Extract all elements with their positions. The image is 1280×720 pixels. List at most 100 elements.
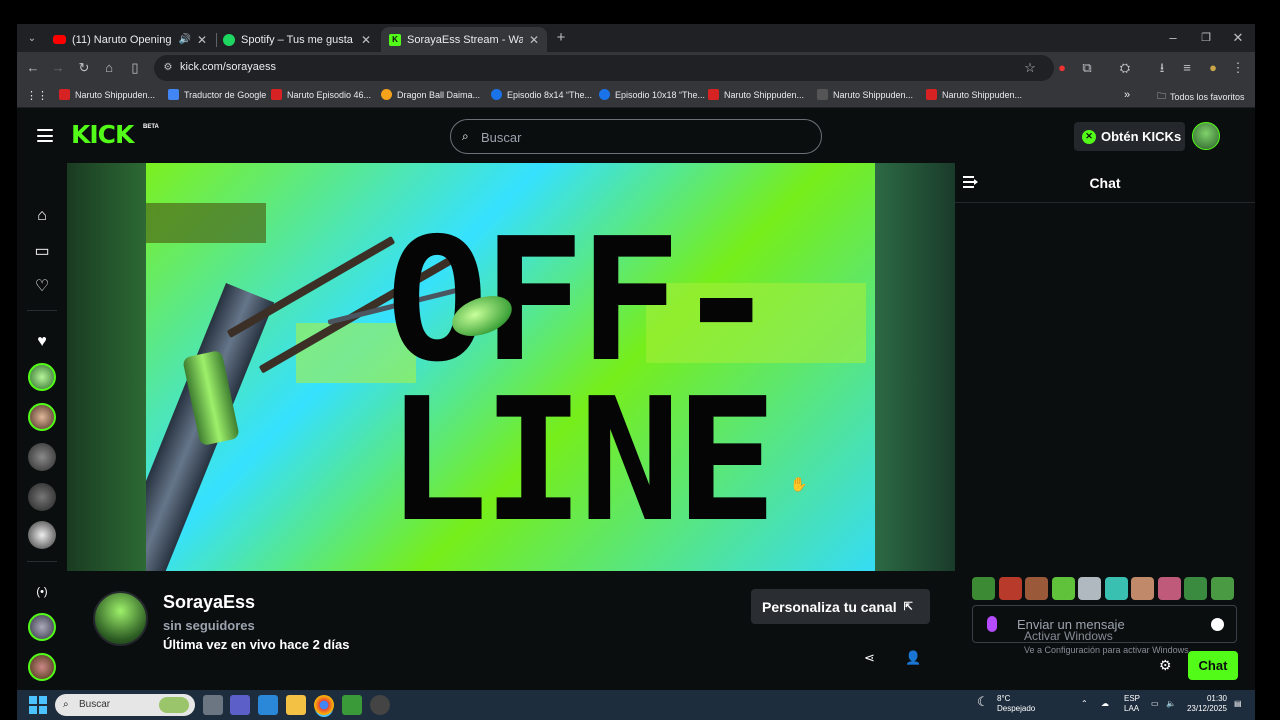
emoji-picker-icon[interactable]	[1211, 618, 1224, 631]
folder-icon: 🗀	[1157, 91, 1167, 101]
microphone-icon[interactable]	[987, 616, 997, 632]
followed-channel-avatar[interactable]	[28, 483, 56, 511]
extension-red-icon[interactable]: ●	[1054, 60, 1070, 76]
followed-channel-avatar[interactable]	[28, 403, 56, 431]
recommended-channel-avatar[interactable]	[28, 653, 56, 681]
new-tab-icon[interactable]: +	[553, 30, 569, 46]
emote[interactable]	[1078, 577, 1101, 600]
bookmark-item[interactable]: Naruto Shippuden...	[817, 89, 913, 100]
emote[interactable]	[1051, 577, 1075, 600]
weather-widget[interactable]: 8°C Despejado	[997, 694, 1035, 714]
forward-icon[interactable]: →	[50, 60, 66, 76]
left-sidebar: ⌂ ▭ ♡ ♥ (•)	[17, 163, 67, 690]
more-bookmarks-icon[interactable]: »	[1124, 89, 1130, 101]
home-icon[interactable]: ⌂	[101, 60, 117, 76]
tab-kick-active[interactable]: K SorayaEss Stream - Watch Live ✕	[381, 27, 547, 52]
speaker-icon[interactable]: 🔊	[178, 34, 190, 45]
profile-avatar-icon[interactable]: ●	[1205, 60, 1221, 76]
chrome-icon[interactable]	[314, 695, 334, 715]
emote[interactable]	[1025, 577, 1048, 600]
send-chat-button[interactable]: Chat	[1188, 651, 1238, 680]
home-icon[interactable]: ⌂	[33, 207, 51, 225]
app-icon[interactable]	[370, 695, 390, 715]
offline-banner: OFF- LINE ✋	[146, 163, 875, 571]
wifi-icon[interactable]: ▭	[1151, 699, 1159, 709]
user-avatar[interactable]	[1192, 122, 1220, 150]
network-cloud-icon[interactable]: ☁	[1101, 699, 1109, 709]
browse-icon[interactable]: ▭	[33, 243, 51, 261]
add-follow-icon[interactable]: 👤	[905, 650, 921, 666]
close-tab-icon[interactable]: ✕	[361, 33, 371, 47]
channel-name[interactable]: SorayaEss	[163, 592, 255, 613]
site-info-icon[interactable]: ⚙	[160, 60, 176, 76]
get-kicks-button[interactable]: ✕ Obtén KICKs	[1074, 122, 1185, 151]
restore-icon[interactable]: ❐	[1198, 30, 1214, 46]
video-player[interactable]: OFF- LINE ✋	[67, 163, 955, 571]
task-view-icon[interactable]	[203, 695, 223, 715]
bookmark-item[interactable]: Naruto Shippuden...	[708, 89, 804, 100]
search-highlight-icon	[159, 697, 189, 713]
bookmark-item[interactable]: Episodio 8x14 “The...	[491, 89, 592, 100]
tab-search-icon[interactable]: ⌄	[24, 31, 40, 47]
emote-bar	[972, 577, 1254, 601]
following-heart-outline-icon[interactable]: ♡	[33, 278, 51, 296]
store-icon[interactable]	[258, 695, 278, 715]
minimize-icon[interactable]: –	[1165, 30, 1181, 46]
profile-lab-icon[interactable]: ⛭	[1117, 60, 1133, 76]
hamburger-menu-icon[interactable]	[37, 129, 53, 142]
minecraft-icon[interactable]	[342, 695, 362, 715]
bookmark-item[interactable]: Episodio 10x18 “The...	[599, 89, 705, 100]
volume-icon[interactable]: 🔈	[1166, 699, 1176, 709]
side-panel-icon[interactable]: ▯	[127, 60, 143, 76]
teams-icon[interactable]	[230, 695, 250, 715]
extensions-icon[interactable]: ⧉	[1079, 60, 1095, 76]
clock[interactable]: 01:30 23/12/2025	[1183, 694, 1227, 714]
tab-youtube[interactable]: (11) Naruto Opening 1 | Ra 🔊 ✕	[45, 27, 215, 52]
menu-icon[interactable]: ⋮	[1230, 60, 1246, 76]
reload-icon[interactable]: ↻	[76, 60, 92, 76]
bookmark-favicon-icon	[599, 89, 610, 100]
tab-bar: ⌄ (11) Naruto Opening 1 | Ra 🔊 ✕ Spotify…	[17, 24, 1255, 52]
emote[interactable]	[1210, 577, 1234, 600]
recommended-channel-avatar[interactable]	[28, 613, 56, 641]
reading-list-icon[interactable]: ≡	[1179, 60, 1195, 76]
apps-icon[interactable]: ⋮⋮	[26, 89, 48, 102]
close-tab-icon[interactable]: ✕	[529, 33, 539, 47]
chat-settings-gear-icon[interactable]: ⚙	[1159, 657, 1172, 674]
bookmark-item[interactable]: Naruto Shippuden...	[926, 89, 1022, 100]
bookmark-item[interactable]: Naruto Shippuden...	[59, 89, 155, 100]
followed-channel-avatar[interactable]	[28, 521, 56, 549]
back-icon[interactable]: ←	[25, 60, 41, 76]
all-bookmarks-button[interactable]: 🗀 Todos los favoritos	[1157, 89, 1245, 105]
bookmark-star-icon[interactable]: ☆	[1022, 60, 1038, 76]
youtube-icon	[53, 35, 66, 44]
emote[interactable]	[972, 577, 995, 600]
address-bar[interactable]: ⚙ kick.com/sorayaess ☆	[154, 55, 1054, 81]
emote[interactable]	[1131, 577, 1154, 600]
emote[interactable]	[1157, 577, 1181, 600]
emote[interactable]	[1184, 577, 1207, 600]
close-window-icon[interactable]: ✕	[1230, 30, 1246, 46]
share-icon[interactable]: ⋖	[864, 650, 875, 666]
emote[interactable]	[1104, 577, 1128, 600]
bookmark-item[interactable]: Naruto Episodio 46...	[271, 89, 371, 100]
search-input[interactable]: ⌕ Buscar	[450, 119, 822, 154]
customize-channel-button[interactable]: Personaliza tu canal ⇱	[751, 589, 930, 624]
close-tab-icon[interactable]: ✕	[197, 33, 207, 47]
tab-spotify[interactable]: Spotify – Tus me gusta ✕	[215, 27, 379, 52]
followed-channel-avatar[interactable]	[28, 363, 56, 391]
show-hidden-icons-icon[interactable]: ⌃	[1081, 699, 1088, 709]
language-indicator[interactable]: ESP LAA	[1124, 694, 1140, 714]
bookmark-item[interactable]: Dragon Ball Daima...	[381, 89, 480, 100]
kick-top-nav: KICK BETA ⌕ Buscar ✕ Obtén KICKs	[17, 108, 1255, 163]
taskbar-search-input[interactable]: ⌕ Buscar	[55, 694, 195, 716]
windows-start-icon[interactable]	[29, 696, 47, 714]
file-explorer-icon[interactable]	[286, 695, 306, 715]
emote[interactable]	[998, 577, 1022, 600]
bookmark-item[interactable]: Traductor de Google	[168, 89, 266, 100]
kick-logo[interactable]: KICK	[71, 122, 134, 148]
download-icon[interactable]: ⭳	[1154, 60, 1170, 76]
followed-channel-avatar[interactable]	[28, 443, 56, 471]
notifications-icon[interactable]: ▤	[1234, 699, 1242, 709]
channel-avatar[interactable]	[93, 591, 148, 646]
